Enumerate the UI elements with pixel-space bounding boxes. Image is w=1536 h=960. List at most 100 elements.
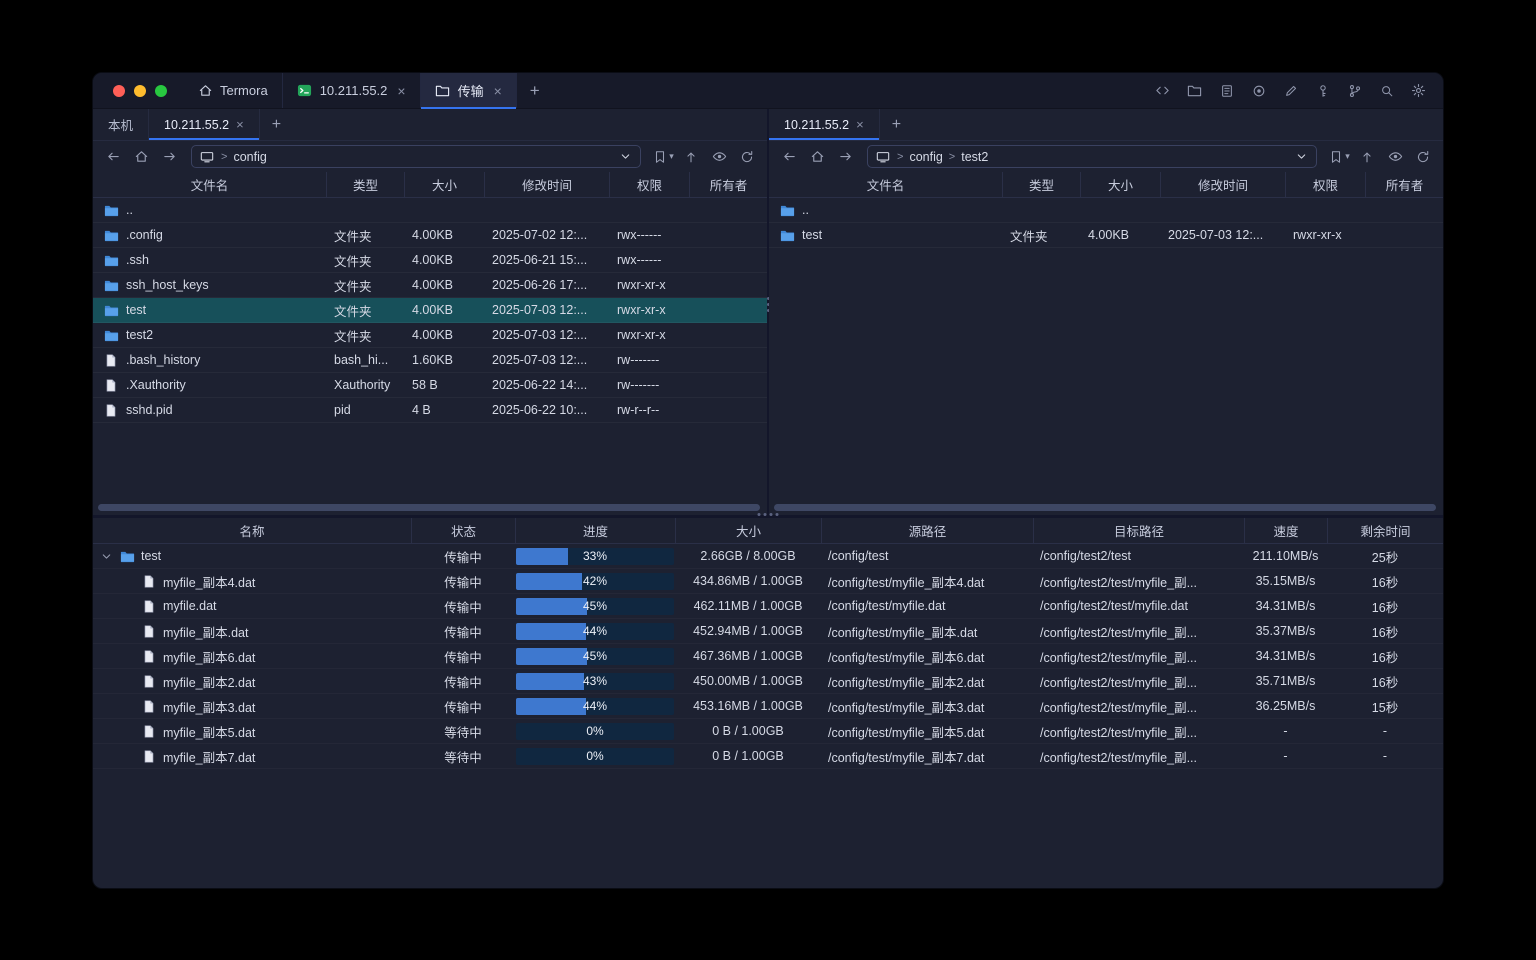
app-tab-termora[interactable]: Termora	[183, 73, 283, 108]
panel-tab-remote[interactable]: 10.211.55.2 ×	[769, 109, 880, 140]
folder-icon[interactable]	[1182, 78, 1207, 103]
column-header[interactable]: 速度	[1244, 518, 1327, 543]
minimize-window-button[interactable]	[134, 85, 146, 97]
column-header[interactable]: 修改时间	[1160, 172, 1285, 197]
up-directory-button[interactable]	[1355, 145, 1379, 169]
transfer-row[interactable]: myfile_副本7.dat等待中0%0 B / 1.00GB/config/t…	[93, 744, 1443, 769]
code-icon[interactable]	[1150, 78, 1175, 103]
transfer-row[interactable]: myfile.dat传输中45%462.11MB / 1.00GB/config…	[93, 594, 1443, 619]
refresh-button[interactable]	[1411, 145, 1435, 169]
close-tab-icon[interactable]: ×	[397, 83, 405, 99]
file-row[interactable]: sshd.pidpid4 B2025-06-22 10:...rw-r--r--	[93, 398, 767, 423]
column-header[interactable]: 状态	[411, 518, 515, 543]
transfer-size: 467.36MB / 1.00GB	[675, 649, 821, 663]
column-header[interactable]: 所有者	[689, 172, 767, 197]
key-icon[interactable]	[1310, 78, 1335, 103]
column-header[interactable]: 修改时间	[484, 172, 609, 197]
transfer-row[interactable]: myfile_副本3.dat传输中44%453.16MB / 1.00GB/co…	[93, 694, 1443, 719]
chevron-down-icon[interactable]	[617, 149, 633, 165]
close-window-button[interactable]	[113, 85, 125, 97]
file-row[interactable]: test2文件夹4.00KB2025-07-03 12:...rwxr-xr-x	[93, 323, 767, 348]
address-bar[interactable]: >config>test2	[867, 145, 1317, 168]
close-tab-icon[interactable]: ×	[494, 83, 502, 99]
transfer-row[interactable]: myfile_副本5.dat等待中0%0 B / 1.00GB/config/t…	[93, 719, 1443, 744]
back-button[interactable]	[101, 145, 125, 169]
show-hidden-button[interactable]	[707, 145, 731, 169]
expander-icon[interactable]	[99, 549, 113, 563]
breadcrumb-separator: >	[949, 151, 955, 163]
transfer-row[interactable]: myfile_副本.dat传输中44%452.94MB / 1.00GB/con…	[93, 619, 1443, 644]
branch-icon[interactable]	[1342, 78, 1367, 103]
horizontal-splitter[interactable]	[93, 515, 1443, 518]
close-tab-icon[interactable]: ×	[856, 117, 864, 132]
column-header[interactable]: 类型	[1002, 172, 1080, 197]
forward-button[interactable]	[833, 145, 857, 169]
file-row[interactable]: .bash_historybash_hi...1.60KB2025-07-03 …	[93, 348, 767, 373]
show-hidden-button[interactable]	[1383, 145, 1407, 169]
refresh-button[interactable]	[735, 145, 759, 169]
column-header[interactable]: 目标路径	[1033, 518, 1244, 543]
column-header[interactable]: 大小	[404, 172, 484, 197]
tab-transfer[interactable]: 传输 ×	[421, 73, 517, 108]
left-navbar: >config ▾	[93, 141, 767, 172]
file-row[interactable]: ..	[769, 198, 1443, 223]
file-row[interactable]: test文件夹4.00KB2025-07-03 12:...rwxr-xr-x	[93, 298, 767, 323]
horizontal-scrollbar[interactable]	[98, 504, 760, 511]
column-header[interactable]: 权限	[609, 172, 689, 197]
column-header[interactable]: 剩余时间	[1327, 518, 1443, 543]
bookmark-button[interactable]: ▾	[651, 145, 675, 169]
column-header[interactable]: 源路径	[821, 518, 1033, 543]
file-name: .ssh	[126, 253, 149, 267]
up-directory-button[interactable]	[679, 145, 703, 169]
file-row[interactable]: .XauthorityXauthority58 B2025-06-22 14:.…	[93, 373, 767, 398]
back-button[interactable]	[777, 145, 801, 169]
panel-tab-local[interactable]: 本机	[93, 109, 149, 140]
file-row[interactable]: test文件夹4.00KB2025-07-03 12:...rwxr-xr-x	[769, 223, 1443, 248]
search-icon[interactable]	[1374, 78, 1399, 103]
file-size: 4.00KB	[404, 328, 484, 342]
forward-button[interactable]	[157, 145, 181, 169]
column-header[interactable]: 名称	[93, 518, 411, 543]
breadcrumb-segment[interactable]: config	[909, 150, 942, 164]
home-button[interactable]	[129, 145, 153, 169]
column-header[interactable]: 权限	[1285, 172, 1365, 197]
transfer-row[interactable]: myfile_副本6.dat传输中45%467.36MB / 1.00GB/co…	[93, 644, 1443, 669]
column-header[interactable]: 进度	[515, 518, 675, 543]
address-bar[interactable]: >config	[191, 145, 641, 168]
panel-new-tab-button[interactable]: +	[260, 109, 293, 140]
record-icon[interactable]	[1246, 78, 1271, 103]
file-row[interactable]: ssh_host_keys文件夹4.00KB2025-06-26 17:...r…	[93, 273, 767, 298]
new-tab-button[interactable]: +	[517, 73, 553, 108]
breadcrumb-segment[interactable]: config	[233, 150, 266, 164]
column-header[interactable]: 类型	[326, 172, 404, 197]
tab-host[interactable]: 10.211.55.2 ×	[283, 73, 421, 108]
transfer-progress-cell: 44%	[515, 698, 675, 715]
file-row[interactable]: .config文件夹4.00KB2025-07-02 12:...rwx----…	[93, 223, 767, 248]
home-button[interactable]	[805, 145, 829, 169]
column-header[interactable]: 大小	[675, 518, 821, 543]
column-header[interactable]: 文件名	[769, 172, 1002, 197]
column-header[interactable]: 大小	[1080, 172, 1160, 197]
transfer-row[interactable]: myfile_副本2.dat传输中43%450.00MB / 1.00GB/co…	[93, 669, 1443, 694]
file-name-cell: .ssh	[93, 252, 326, 268]
column-header[interactable]: 所有者	[1365, 172, 1443, 197]
transfer-row[interactable]: test传输中33%2.66GB / 8.00GB/config/test/co…	[93, 544, 1443, 569]
zoom-window-button[interactable]	[155, 85, 167, 97]
panel-new-tab-button[interactable]: +	[880, 109, 913, 140]
close-tab-icon[interactable]: ×	[236, 117, 244, 132]
file-row[interactable]: .ssh文件夹4.00KB2025-06-21 15:...rwx------	[93, 248, 767, 273]
column-header[interactable]: 文件名	[93, 172, 326, 197]
edit-icon[interactable]	[1278, 78, 1303, 103]
transfer-row[interactable]: myfile_副本4.dat传输中42%434.86MB / 1.00GB/co…	[93, 569, 1443, 594]
breadcrumb-segment[interactable]: test2	[961, 150, 988, 164]
transfer-eta: 15秒	[1327, 697, 1443, 716]
file-row[interactable]: ..	[93, 198, 767, 223]
file-size: 4.00KB	[1080, 228, 1160, 242]
panel-tab-remote[interactable]: 10.211.55.2 ×	[149, 109, 260, 140]
horizontal-scrollbar[interactable]	[774, 504, 1436, 511]
chevron-down-icon[interactable]	[1293, 149, 1309, 165]
splitter-handle[interactable]	[758, 513, 779, 516]
settings-icon[interactable]	[1406, 78, 1431, 103]
notes-icon[interactable]	[1214, 78, 1239, 103]
bookmark-button[interactable]: ▾	[1327, 145, 1351, 169]
